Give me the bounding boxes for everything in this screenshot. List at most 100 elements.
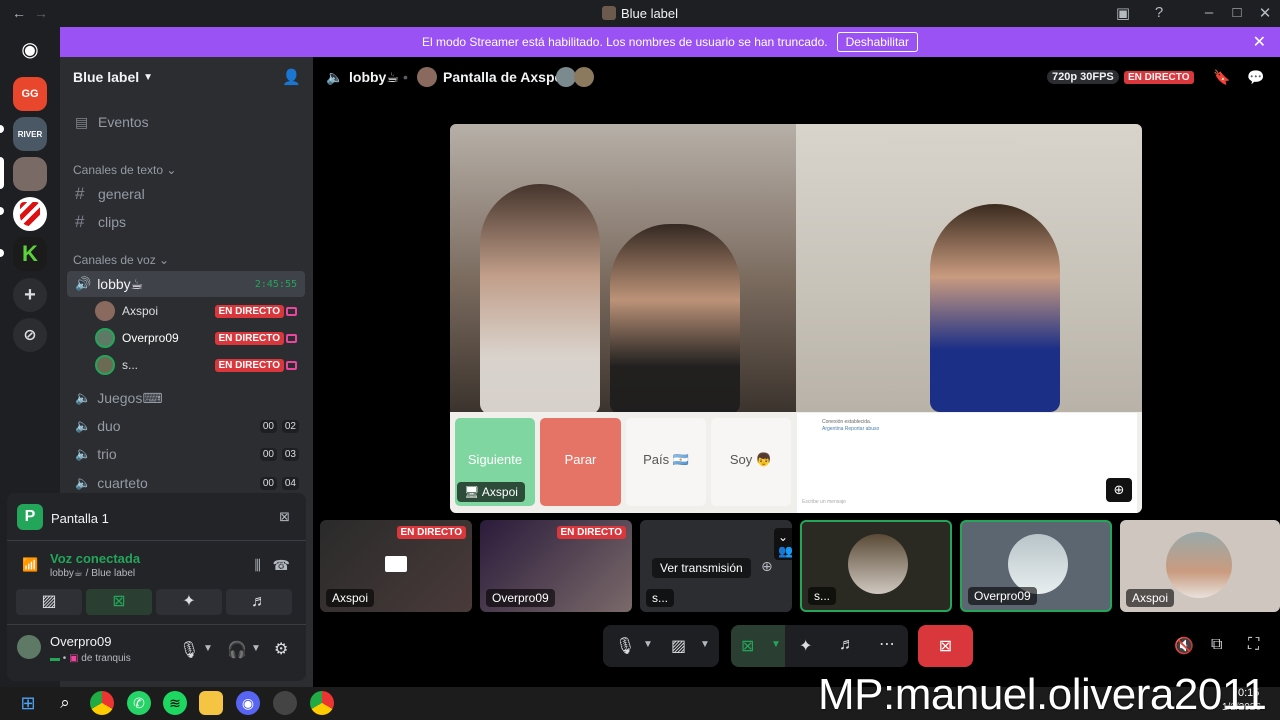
disconnect-icon[interactable]: ☎ [273, 557, 290, 574]
tile-label: Overpro09 [486, 589, 555, 607]
channel-general[interactable]: # general [67, 181, 305, 207]
channel-lobby[interactable]: 🔊 lobby☕ 2:45:55 [67, 271, 305, 297]
close-window-button[interactable]: ✕ [1254, 4, 1276, 22]
voice-user[interactable]: s... EN DIRECTO [95, 353, 305, 377]
minimize-button[interactable]: – [1198, 4, 1220, 21]
popout-window-icon[interactable]: ⧉ [1211, 636, 1222, 654]
spotify-icon[interactable]: ≋ [163, 691, 187, 715]
help-icon[interactable]: ? [1148, 4, 1170, 21]
chrome-icon[interactable] [310, 691, 334, 715]
server-icon-k[interactable]: K [13, 237, 47, 271]
noise-suppression-icon[interactable]: ⫼ [255, 557, 261, 574]
voice-location[interactable]: lobby☕ / Blue label [50, 568, 135, 579]
activities-button[interactable]: ✦ [156, 589, 222, 615]
whatsapp-icon[interactable]: ✆ [127, 691, 151, 715]
chevron-down-icon[interactable]: ▼ [700, 639, 710, 650]
soundboard-button[interactable]: ♬ [226, 589, 292, 615]
server-icon-blue-label[interactable] [13, 157, 47, 191]
unread-pill [0, 207, 4, 215]
gender-button[interactable]: Soy 👦 [711, 418, 791, 506]
category-label: Canales de voz [73, 253, 156, 267]
search-icon[interactable]: ⌕ [53, 691, 77, 715]
more-options-icon[interactable]: ⋯ [879, 634, 895, 654]
voice-user[interactable]: Axspoi EN DIRECTO [95, 299, 305, 323]
popout-icon[interactable]: ⊕ [761, 558, 773, 575]
channel-name[interactable]: lobby☕ [349, 69, 399, 86]
avatar [1008, 534, 1068, 594]
user-name[interactable]: Overpro09 [50, 634, 111, 649]
events-item[interactable]: ▤ Eventos [67, 109, 305, 135]
stream-tile[interactable]: EN DIRECTO Overpro09 [480, 520, 632, 612]
chat-message: Conexión establecida. [822, 419, 872, 425]
camera-off-icon[interactable]: ▨ [671, 636, 686, 656]
country-button[interactable]: País 🇦🇷 [626, 418, 706, 506]
avatar[interactable] [17, 635, 41, 659]
stream-tile[interactable]: Ver transmisión ⊕ ⌄👥 s... [640, 520, 792, 612]
disable-streamer-button[interactable]: Deshabilitar [836, 32, 918, 52]
maximize-button[interactable]: □ [1226, 4, 1248, 21]
zoom-icon[interactable]: ⊕ [1106, 478, 1132, 502]
discover-icon[interactable]: ⊘ [13, 318, 47, 352]
leave-call-icon: ⊠ [938, 638, 953, 655]
screen-share-icon[interactable]: ⊠ [741, 636, 754, 656]
settings-gear-icon[interactable]: ⚙ [274, 639, 288, 659]
user-tile[interactable]: Axspoi [1120, 520, 1280, 612]
channel-label: duo [97, 418, 121, 434]
file-explorer-icon[interactable] [199, 691, 223, 715]
soundboard-icon[interactable]: ♬ [839, 636, 855, 654]
divider [7, 624, 306, 625]
windows-start-icon[interactable]: ⊞ [16, 691, 40, 715]
focused-stream[interactable]: Siguiente Parar País 🇦🇷 Soy 👦 Conexión e… [450, 124, 1142, 513]
channel-label: Juegos⌨ [97, 389, 163, 406]
disconnect-call-button[interactable]: ⊠ [918, 625, 973, 667]
close-icon[interactable]: ✕ [1253, 32, 1266, 52]
screen-share-button[interactable]: ⊠ [86, 589, 152, 615]
voice-status[interactable]: Voz conectada [50, 551, 140, 566]
collapse-icon[interactable]: ⌄👥 [774, 528, 792, 560]
user-tile[interactable]: Overpro09 [960, 520, 1112, 612]
user-tile[interactable]: s... [800, 520, 952, 612]
activities-icon[interactable]: ✦ [799, 636, 812, 656]
chevron-down-icon[interactable]: ▼ [203, 643, 213, 654]
inbox-icon[interactable]: ▣ [1112, 4, 1134, 22]
channel-trio[interactable]: 🔈 trio 00 03 [67, 441, 305, 467]
voice-user[interactable]: Overpro09 EN DIRECTO [95, 326, 305, 350]
channel-juegos[interactable]: 🔈 Juegos⌨ [67, 385, 305, 411]
microphone-icon[interactable]: 🎙 [615, 636, 635, 656]
stop-button[interactable]: Parar [540, 418, 621, 506]
stream-tile[interactable]: EN DIRECTO Axspoi [320, 520, 472, 612]
text-category[interactable]: Canales de texto ⌄ [73, 163, 176, 177]
voice-category[interactable]: Canales de voz ⌄ [73, 253, 169, 267]
live-badge: EN DIRECTO [214, 331, 284, 345]
server-icon-gg[interactable]: GG [13, 77, 47, 111]
fullscreen-icon[interactable]: ⛶ [1248, 636, 1259, 654]
chevron-down-icon[interactable]: ▼ [251, 643, 261, 654]
chevron-down-icon[interactable]: ▼ [771, 639, 781, 650]
channel-clips[interactable]: # clips [67, 209, 305, 235]
banner-text: El modo Streamer está habilitado. Los no… [422, 35, 828, 49]
live-badge: EN DIRECTO [556, 526, 626, 539]
stop-screen-icon[interactable]: ⊠ [279, 509, 290, 525]
camera-off-button[interactable]: ▨ [16, 589, 82, 615]
chrome-icon[interactable] [90, 691, 114, 715]
person-image [480, 184, 600, 414]
invite-icon[interactable]: 👤 [282, 68, 301, 86]
watch-stream-button[interactable]: Ver transmisión [652, 558, 751, 578]
microphone-icon[interactable]: 🎙 [179, 640, 199, 660]
chat-icon[interactable]: 💬 [1247, 69, 1264, 86]
mute-stream-icon[interactable]: 🔇 [1174, 636, 1194, 656]
discord-icon[interactable]: ◉ [236, 691, 260, 715]
discord-home-icon[interactable]: ◉ [13, 32, 47, 66]
server-header[interactable]: Blue label ▼ 👤 [60, 57, 313, 97]
bookmark-icon[interactable]: 🔖 [1213, 69, 1230, 86]
server-icon-river-crest[interactable] [13, 197, 47, 231]
add-server-icon[interactable]: + [13, 278, 47, 312]
lobby-timer: 2:45:55 [254, 278, 297, 290]
channel-duo[interactable]: 🔈 duo 00 02 [67, 413, 305, 439]
chevron-down-icon[interactable]: ▼ [643, 639, 653, 650]
speaker-icon: 🔈 [326, 68, 344, 85]
app-icon[interactable] [273, 691, 297, 715]
user-limit: 03 [281, 447, 299, 461]
headphones-icon[interactable]: 🎧 [227, 640, 247, 660]
server-icon-river[interactable]: RIVER [13, 117, 47, 151]
